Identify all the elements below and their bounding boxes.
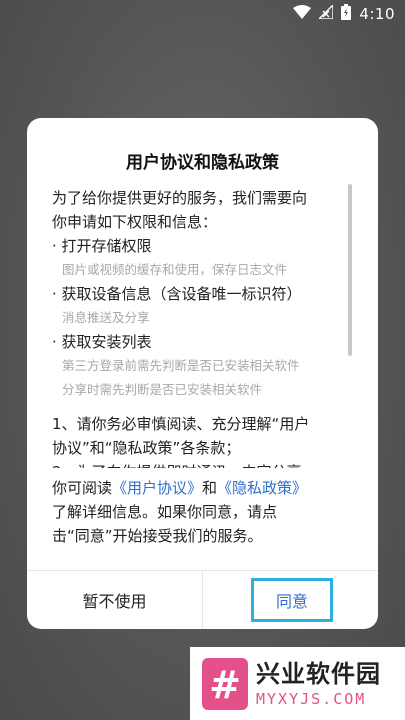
dialog-title: 用户协议和隐私政策 [126, 153, 279, 173]
status-bar: 4:10 [0, 0, 405, 28]
agreement-summary: 你可阅读《用户协议》和《隐私政策》 了解详细信息。如果你同意，请点 击“同意”开… [52, 476, 356, 548]
summary-and: 和 [202, 479, 218, 497]
note-text-line: 1、请你务必审慎阅读、充分理解“用户 [52, 415, 310, 433]
battery-icon [341, 4, 352, 24]
permission-desc: 消息推送及分享 [62, 310, 150, 325]
permission-desc: 图片或视频的缓存和使用，保存日志文件 [62, 262, 288, 277]
summary-prefix: 你可阅读 [52, 479, 113, 497]
watermark-texts: 兴业软件园 MYXYJS.COM [256, 659, 381, 709]
summary-line: 击“同意”开始接受我们的服务。 [52, 527, 263, 545]
scrollbar-thumb[interactable] [348, 184, 352, 356]
permission-desc: 第三方登录前需先判断是否已安装相关软件 [62, 358, 300, 373]
agreement-scroll-area[interactable]: 为了给你提供更好的服务，我们需要向 你申请如下权限和信息： · 打开存储权限 图… [52, 186, 356, 468]
site-watermark: # 兴业软件园 MYXYJS.COM [190, 647, 405, 720]
status-time: 4:10 [359, 5, 395, 23]
watermark-logo-icon: # [202, 657, 248, 710]
privacy-policy-link[interactable]: 《隐私政策》 [217, 479, 307, 497]
permission-title: · 获取设备信息（含设备唯一标识符） [52, 285, 302, 303]
cancel-button[interactable]: 暂不使用 [27, 571, 202, 629]
status-icons [293, 3, 352, 24]
intro-text-line: 你申请如下权限和信息： [52, 213, 218, 231]
permission-title: · 获取安装列表 [52, 333, 152, 351]
note-text-line: 协议”和“隐私政策”各条款； [52, 439, 241, 457]
wifi-icon [293, 5, 312, 23]
no-signal-icon [317, 3, 335, 23]
watermark-domain: MYXYJS.COM [256, 689, 367, 708]
permission-title: · 打开存储权限 [52, 237, 152, 255]
privacy-dialog: 用户协议和隐私政策 为了给你提供更好的服务，我们需要向 你申请如下权限和信息： … [27, 118, 378, 629]
button-divider-vertical [202, 571, 203, 629]
user-agreement-link[interactable]: 《用户协议》 [112, 479, 202, 497]
agree-button[interactable]: 同意 [251, 578, 333, 622]
intro-text-line: 为了给你提供更好的服务，我们需要向 [52, 189, 308, 207]
summary-line: 了解详细信息。如果你同意，请点 [52, 503, 278, 521]
note-text-line: 2、为了向你提供即时通讯、内容分享 [52, 460, 356, 468]
watermark-name: 兴业软件园 [256, 659, 381, 688]
watermark-logo-glyph: # [209, 663, 241, 707]
permission-desc: 分享时需先判断是否已安装相关软件 [62, 382, 263, 397]
